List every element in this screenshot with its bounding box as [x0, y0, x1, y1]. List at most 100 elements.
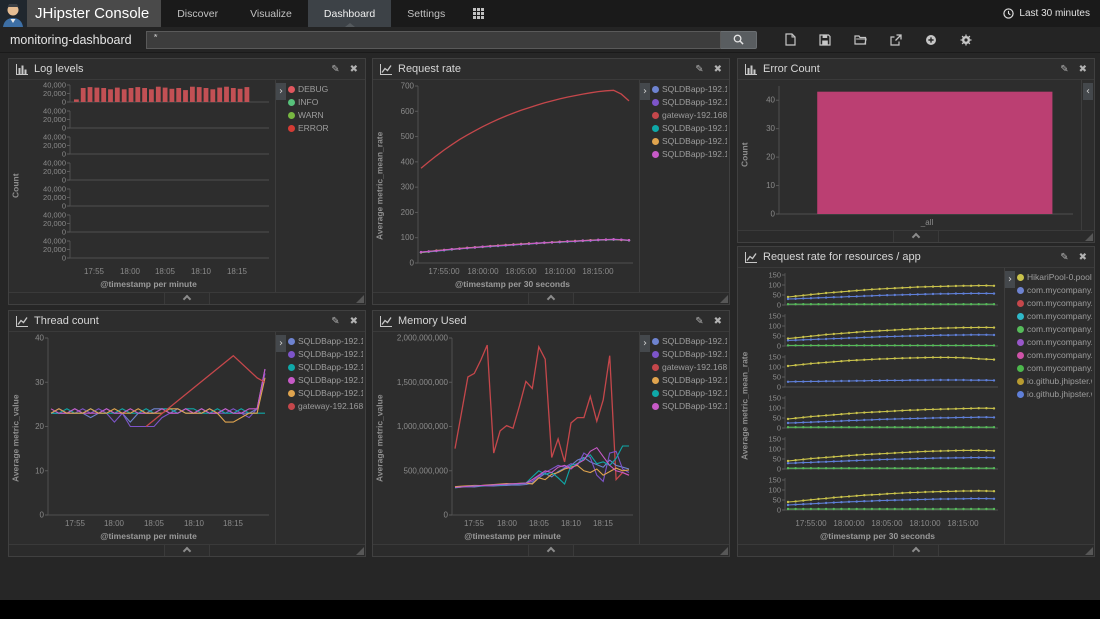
edit-panel-icon[interactable]: ✎: [331, 64, 339, 75]
panel-header[interactable]: Request rate ✎✖: [373, 59, 729, 80]
edit-panel-icon[interactable]: ✎: [331, 316, 339, 327]
collapse-chevron[interactable]: [164, 545, 210, 556]
resize-handle[interactable]: [720, 547, 728, 555]
collapse-chevron[interactable]: [893, 545, 939, 556]
query-input[interactable]: [146, 31, 721, 49]
legend-item[interactable]: com.mycompany.myap...: [1017, 324, 1092, 334]
panel-header[interactable]: Memory Used ✎✖: [373, 311, 729, 332]
legend-item[interactable]: WARN: [288, 110, 363, 120]
legend-item[interactable]: SQLDBapp-192.168.4...: [652, 123, 727, 133]
log-levels-chart[interactable]: 40,00020,000040,00020,000040,00020,00004…: [22, 80, 275, 266]
resize-handle[interactable]: [1085, 233, 1093, 241]
legend-item[interactable]: SQLDBapp-192.168.4...: [288, 388, 363, 398]
legend-label: SQLDBapp-192.168.4...: [298, 362, 363, 372]
chart-row: 150100500: [751, 309, 1004, 350]
collapse-chevron[interactable]: [528, 545, 574, 556]
legend-item[interactable]: io.github.jhipster.web.r...: [1017, 376, 1092, 386]
x-axis-title: @timestamp per minute: [22, 279, 275, 292]
legend-toggle-icon[interactable]: ›: [1005, 271, 1015, 288]
save-icon[interactable]: [819, 34, 831, 46]
legend-item[interactable]: DEBUG: [288, 84, 363, 94]
legend-item[interactable]: com.mycompany.myap...: [1017, 311, 1092, 321]
brand[interactable]: JHipster Console: [0, 0, 161, 27]
resize-handle[interactable]: [356, 547, 364, 555]
legend-item[interactable]: SQLDBapp-192.168.4...: [652, 375, 727, 385]
add-visualization-icon[interactable]: [925, 34, 937, 46]
nav-item-visualize[interactable]: Visualize: [234, 0, 308, 27]
open-folder-icon[interactable]: [854, 34, 867, 45]
remove-panel-icon[interactable]: ✖: [350, 64, 358, 75]
legend-item[interactable]: SQLDBapp-192.168.4...: [652, 84, 727, 94]
legend-toggle-icon[interactable]: ›: [276, 335, 286, 352]
legend-toggle-icon[interactable]: ›: [640, 83, 650, 100]
edit-panel-icon[interactable]: ✎: [1060, 64, 1068, 75]
request-rate-chart[interactable]: 7006005004003002001000: [386, 80, 639, 266]
legend-item[interactable]: gateway-192.168.43.8:...: [288, 401, 363, 411]
options-gear-icon[interactable]: [960, 34, 972, 46]
legend-item[interactable]: com.mycompany.myap...: [1017, 298, 1092, 308]
legend-item[interactable]: SQLDBapp-192.168.4...: [288, 349, 363, 359]
x-tick-label: 18:15:00: [947, 519, 978, 528]
legend-item[interactable]: com.mycompany.myap...: [1017, 350, 1092, 360]
legend-item[interactable]: SQLDBapp-192.168.4...: [288, 336, 363, 346]
nav-item-settings[interactable]: Settings: [391, 0, 461, 27]
legend-item[interactable]: ERROR: [288, 123, 363, 133]
legend-item[interactable]: SQLDBapp-192.168.4...: [652, 336, 727, 346]
legend-item[interactable]: SQLDBapp-192.168.4...: [652, 388, 727, 398]
remove-panel-icon[interactable]: ✖: [714, 316, 722, 327]
search-button[interactable]: [721, 31, 757, 49]
legend-item[interactable]: SQLDBapp-192.168.4...: [652, 349, 727, 359]
legend-item[interactable]: HikariPool-0.pool.Wait: [1017, 272, 1092, 282]
legend-item[interactable]: io.github.jhipster.web.r...: [1017, 389, 1092, 399]
memory-used-chart[interactable]: 2,000,000,0001,500,000,0001,000,000,0005…: [386, 332, 639, 518]
legend-item[interactable]: SQLDBapp-192.168.4...: [652, 136, 727, 146]
bottom-black-strip: [0, 600, 1100, 619]
legend-item[interactable]: SQLDBapp-192.168.4...: [652, 401, 727, 411]
edit-panel-icon[interactable]: ✎: [695, 316, 703, 327]
edit-panel-icon[interactable]: ✎: [1060, 252, 1068, 263]
legend-item[interactable]: SQLDBapp-192.168.4...: [652, 149, 727, 159]
resize-handle[interactable]: [1085, 547, 1093, 555]
resize-handle[interactable]: [720, 295, 728, 303]
legend-item[interactable]: INFO: [288, 97, 363, 107]
svg-text:30: 30: [35, 378, 44, 387]
legend-item[interactable]: com.mycompany.myap...: [1017, 363, 1092, 373]
nav-item-discover[interactable]: Discover: [161, 0, 234, 27]
legend-item[interactable]: SQLDBapp-192.168.4...: [288, 375, 363, 385]
legend-toggle-icon[interactable]: ‹: [1083, 83, 1093, 100]
legend-item[interactable]: com.mycompany.myap...: [1017, 285, 1092, 295]
error-count-chart[interactable]: 403020100: [751, 80, 1081, 217]
legend-item[interactable]: com.mycompany.myap...: [1017, 337, 1092, 347]
legend-item[interactable]: gateway-192.168.43.8:...: [652, 362, 727, 372]
collapse-chevron[interactable]: [893, 231, 939, 242]
svg-text:0: 0: [777, 465, 781, 474]
panel-header[interactable]: Thread count ✎✖: [9, 311, 365, 332]
share-icon[interactable]: [890, 34, 902, 46]
app-grid-icon[interactable]: [461, 0, 496, 27]
resize-handle[interactable]: [356, 295, 364, 303]
legend-item[interactable]: SQLDBapp-192.168.4...: [652, 97, 727, 107]
legend-toggle-icon[interactable]: ›: [640, 335, 650, 352]
legend-item[interactable]: gateway-192.168.43.8:...: [652, 110, 727, 120]
panel-header[interactable]: Request rate for resources / app ✎✖: [738, 247, 1094, 268]
remove-panel-icon[interactable]: ✖: [1079, 252, 1087, 263]
legend-item[interactable]: SQLDBapp-192.168.4...: [288, 362, 363, 372]
new-document-icon[interactable]: [785, 33, 796, 46]
time-filter-label: Last 30 minutes: [1019, 8, 1090, 19]
resources-chart[interactable]: 1501005001501005001501005001501005001501…: [751, 268, 1004, 518]
svg-text:1,000,000,000: 1,000,000,000: [397, 422, 449, 431]
nav-item-dashboard[interactable]: Dashboard: [308, 0, 391, 27]
collapse-chevron[interactable]: [164, 293, 210, 304]
edit-panel-icon[interactable]: ✎: [695, 64, 703, 75]
remove-panel-icon[interactable]: ✖: [1079, 64, 1087, 75]
panel-header[interactable]: Log levels ✎✖: [9, 59, 365, 80]
time-filter[interactable]: Last 30 minutes: [1003, 0, 1100, 27]
y-axis-label: Count: [9, 80, 22, 292]
legend-toggle-icon[interactable]: ›: [276, 83, 286, 100]
panel-header[interactable]: Error Count ✎✖: [738, 59, 1094, 80]
collapse-chevron[interactable]: [528, 293, 574, 304]
remove-panel-icon[interactable]: ✖: [714, 64, 722, 75]
thread-count-chart[interactable]: 403020100: [22, 332, 275, 518]
remove-panel-icon[interactable]: ✖: [350, 316, 358, 327]
x-tick-label: 18:05:00: [505, 267, 536, 276]
